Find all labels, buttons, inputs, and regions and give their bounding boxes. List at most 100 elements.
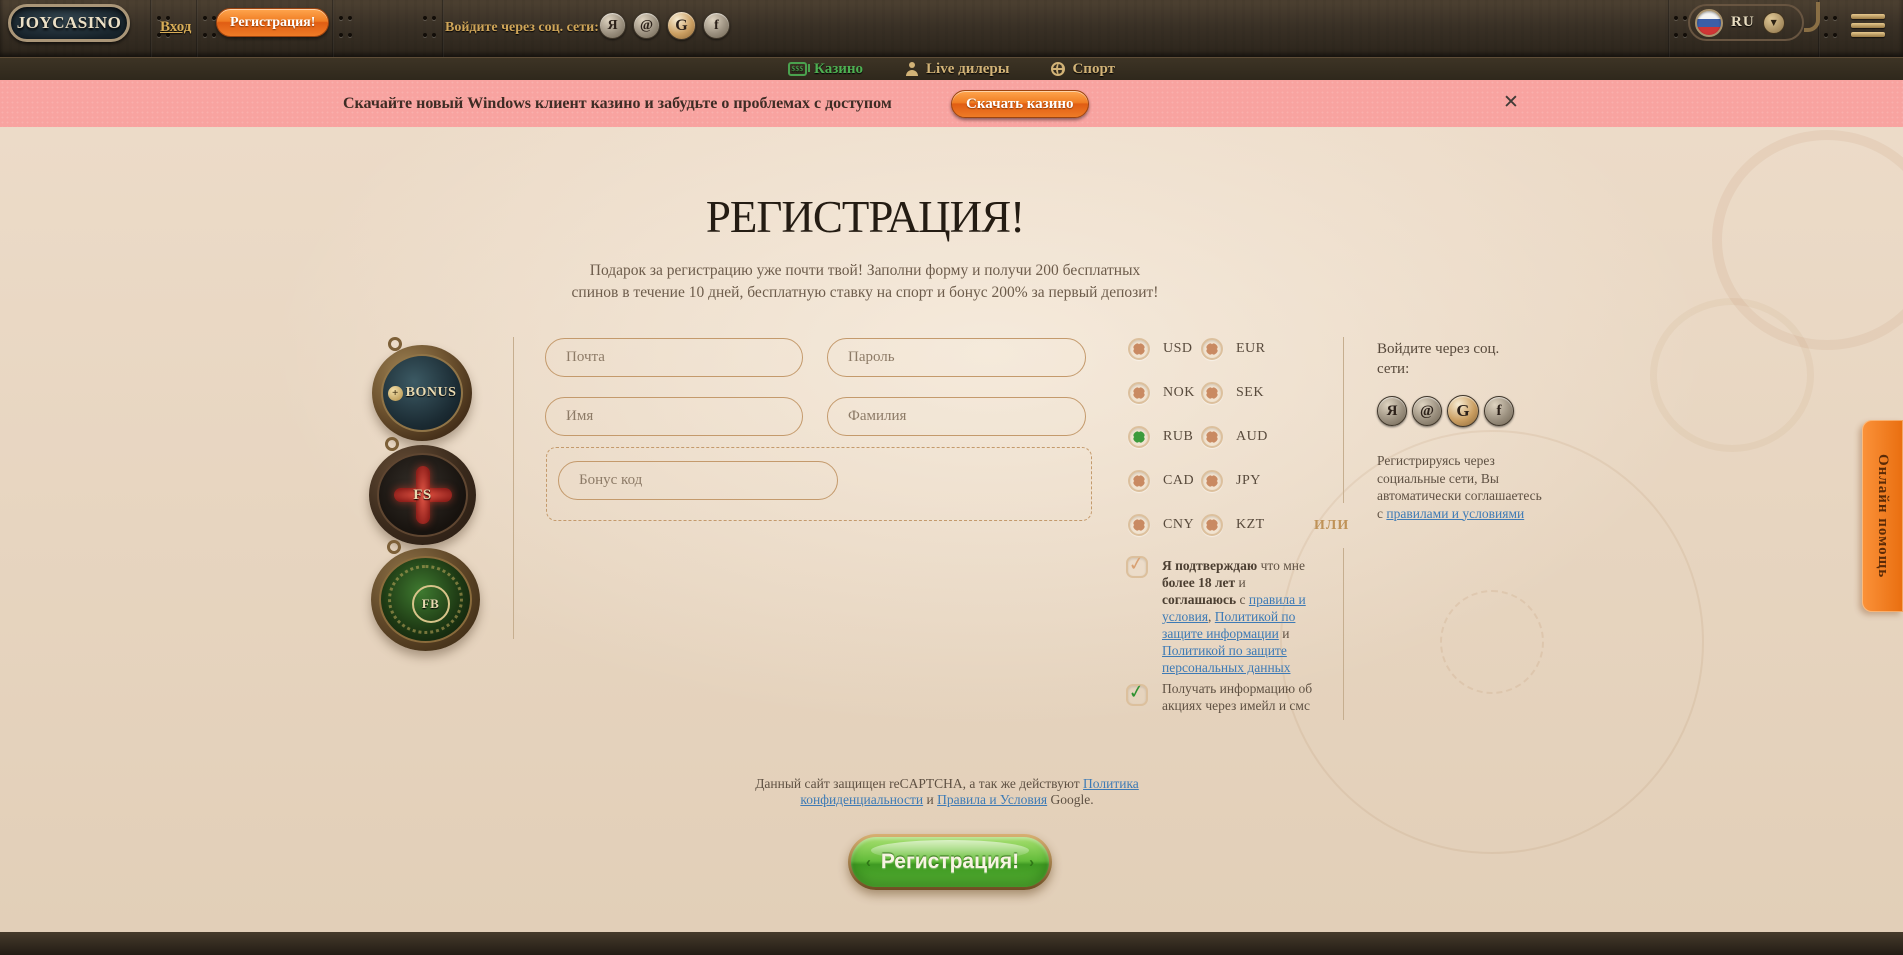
radio-icon[interactable] xyxy=(1128,338,1150,360)
online-help-label: Онлайн помощь xyxy=(1874,454,1891,578)
terms-text: Я подтверждаю что мне более 18 лет и сог… xyxy=(1162,557,1308,676)
terms-plain: с xyxy=(1236,592,1249,607)
logo-text: JOYCASINO xyxy=(17,13,122,33)
badge-label: BONUS xyxy=(406,385,457,401)
banner-message: Скачайте новый Windows клиент казино и з… xyxy=(343,80,892,127)
facebook-login-icon[interactable]: f xyxy=(1484,396,1514,426)
header-seam xyxy=(196,0,198,57)
yandex-login-icon[interactable]: Я xyxy=(1377,396,1407,426)
close-icon[interactable]: ✕ xyxy=(1503,91,1519,113)
currency-option-jpy[interactable]: JPY xyxy=(1201,469,1261,493)
dealer-icon xyxy=(905,62,919,76)
check-icon: ✓ xyxy=(1127,682,1145,703)
radio-icon[interactable] xyxy=(1128,470,1150,492)
terms-and-conditions-link[interactable]: правилами и условиями xyxy=(1386,506,1524,521)
tab-casino[interactable]: $$$ Казино xyxy=(788,61,863,78)
register-button[interactable]: Регистрация! xyxy=(216,8,329,37)
currency-option-aud[interactable]: AUD xyxy=(1201,425,1268,449)
footer-strip xyxy=(0,932,1903,955)
download-casino-button[interactable]: Скачать казино xyxy=(951,90,1089,118)
language-selector[interactable]: RU ▼ xyxy=(1688,4,1804,41)
radio-icon[interactable] xyxy=(1201,514,1223,536)
currency-option-nok[interactable]: NOK xyxy=(1128,381,1195,405)
radio-icon[interactable] xyxy=(1128,382,1150,404)
radio-icon[interactable] xyxy=(1201,470,1223,492)
terms-bold: Я подтверждаю xyxy=(1162,558,1257,573)
currency-label: CNY xyxy=(1163,517,1194,533)
submit-registration-button[interactable]: ‹ Регистрация! › xyxy=(848,834,1052,890)
header-social-login: Я @ G f xyxy=(599,11,730,40)
terms-plain: и xyxy=(1279,626,1290,641)
first-name-field[interactable] xyxy=(545,397,803,436)
left-arrow-icon: ‹ xyxy=(866,854,871,871)
badge-ring: FB xyxy=(412,585,450,623)
bonus-code-field[interactable] xyxy=(558,461,838,500)
tab-sport[interactable]: Спорт xyxy=(1051,61,1115,78)
password-field[interactable] xyxy=(827,338,1086,377)
menu-button[interactable] xyxy=(1851,14,1885,41)
mailru-login-icon[interactable]: @ xyxy=(1412,396,1442,426)
nav-bar: $$$ Казино Live дилеры Спорт xyxy=(0,57,1903,80)
tab-label: Live дилеры xyxy=(926,61,1009,78)
submit-face: ‹ Регистрация! › xyxy=(851,837,1049,887)
chevron-down-icon[interactable]: ▼ xyxy=(1763,12,1785,34)
page-subtitle: Подарок за регистрацию уже почти твой! З… xyxy=(515,260,1215,304)
coin-icon: + xyxy=(388,386,403,401)
slot-machine-icon: $$$ xyxy=(788,62,807,76)
google-login-icon[interactable]: G xyxy=(667,11,696,40)
currency-option-usd[interactable]: USD xyxy=(1128,337,1193,361)
tab-label: Спорт xyxy=(1072,61,1115,78)
radio-icon[interactable] xyxy=(1128,514,1150,536)
russia-flag-icon xyxy=(1695,9,1723,37)
mailru-login-icon[interactable]: @ xyxy=(633,12,660,39)
terms-bold: соглашаюсь xyxy=(1162,592,1236,607)
rivets xyxy=(423,16,439,38)
currency-option-cny[interactable]: CNY xyxy=(1128,513,1194,537)
tab-live-dealers[interactable]: Live дилеры xyxy=(905,61,1009,78)
recaptcha-plain: и xyxy=(923,792,937,807)
facebook-login-icon[interactable]: f xyxy=(703,12,730,39)
radio-icon[interactable] xyxy=(1128,426,1150,448)
login-link[interactable]: Вход xyxy=(160,19,191,36)
currency-option-eur[interactable]: EUR xyxy=(1201,337,1266,361)
currency-label: KZT xyxy=(1236,517,1265,533)
badge-face: + BONUS xyxy=(381,354,463,432)
terms-checkbox[interactable]: ✓ xyxy=(1126,556,1148,578)
header-seam xyxy=(442,0,444,57)
currency-option-cad[interactable]: CAD xyxy=(1128,469,1194,493)
last-name-field[interactable] xyxy=(827,397,1086,436)
header-seam xyxy=(150,0,152,57)
radio-icon[interactable] xyxy=(1201,338,1223,360)
personal-data-policy-link[interactable]: Политикой по защите персональных данных xyxy=(1162,643,1291,675)
badge-label: FB xyxy=(422,596,440,612)
google-terms-link[interactable]: Правила и Условия xyxy=(937,792,1047,807)
registration-page: РЕГИСТРАЦИЯ! Подарок за регистрацию уже … xyxy=(0,127,1903,932)
coffee-stain-decoration xyxy=(1650,298,1814,452)
currency-option-rub[interactable]: RUB xyxy=(1128,425,1193,449)
terms-bold: более 18 лет xyxy=(1162,575,1235,590)
currency-label: NOK xyxy=(1163,385,1195,401)
google-login-icon[interactable]: G xyxy=(1447,395,1479,427)
right-arrow-icon: › xyxy=(1029,854,1034,871)
email-field[interactable] xyxy=(545,338,803,377)
download-banner: Скачайте новый Windows клиент казино и з… xyxy=(0,80,1903,127)
currency-option-kzt[interactable]: KZT xyxy=(1201,513,1265,537)
bonus-badge: + BONUS xyxy=(372,345,472,441)
freespins-badge: FS xyxy=(369,445,476,545)
sketch-decoration xyxy=(1440,590,1544,694)
yandex-login-icon[interactable]: Я xyxy=(599,12,626,39)
badge-hook xyxy=(386,335,404,353)
subtitle-line: спинов в течение 10 дней, бесплатную ста… xyxy=(572,284,1159,301)
currency-option-sek[interactable]: SEK xyxy=(1201,381,1264,405)
sport-globe-icon xyxy=(1051,62,1065,76)
newsletter-checkbox[interactable]: ✓ xyxy=(1126,684,1148,706)
side-social-note: Регистрируясь через социальные сети, Вы … xyxy=(1377,452,1545,522)
currency-label: AUD xyxy=(1236,429,1268,445)
radio-icon[interactable] xyxy=(1201,382,1223,404)
online-help-tab[interactable]: Онлайн помощь xyxy=(1862,420,1903,612)
radio-icon[interactable] xyxy=(1201,426,1223,448)
badge-face: FS xyxy=(377,453,468,537)
logo[interactable]: JOYCASINO xyxy=(8,4,130,42)
rivets xyxy=(339,16,355,38)
or-label: ИЛИ xyxy=(1314,518,1349,534)
